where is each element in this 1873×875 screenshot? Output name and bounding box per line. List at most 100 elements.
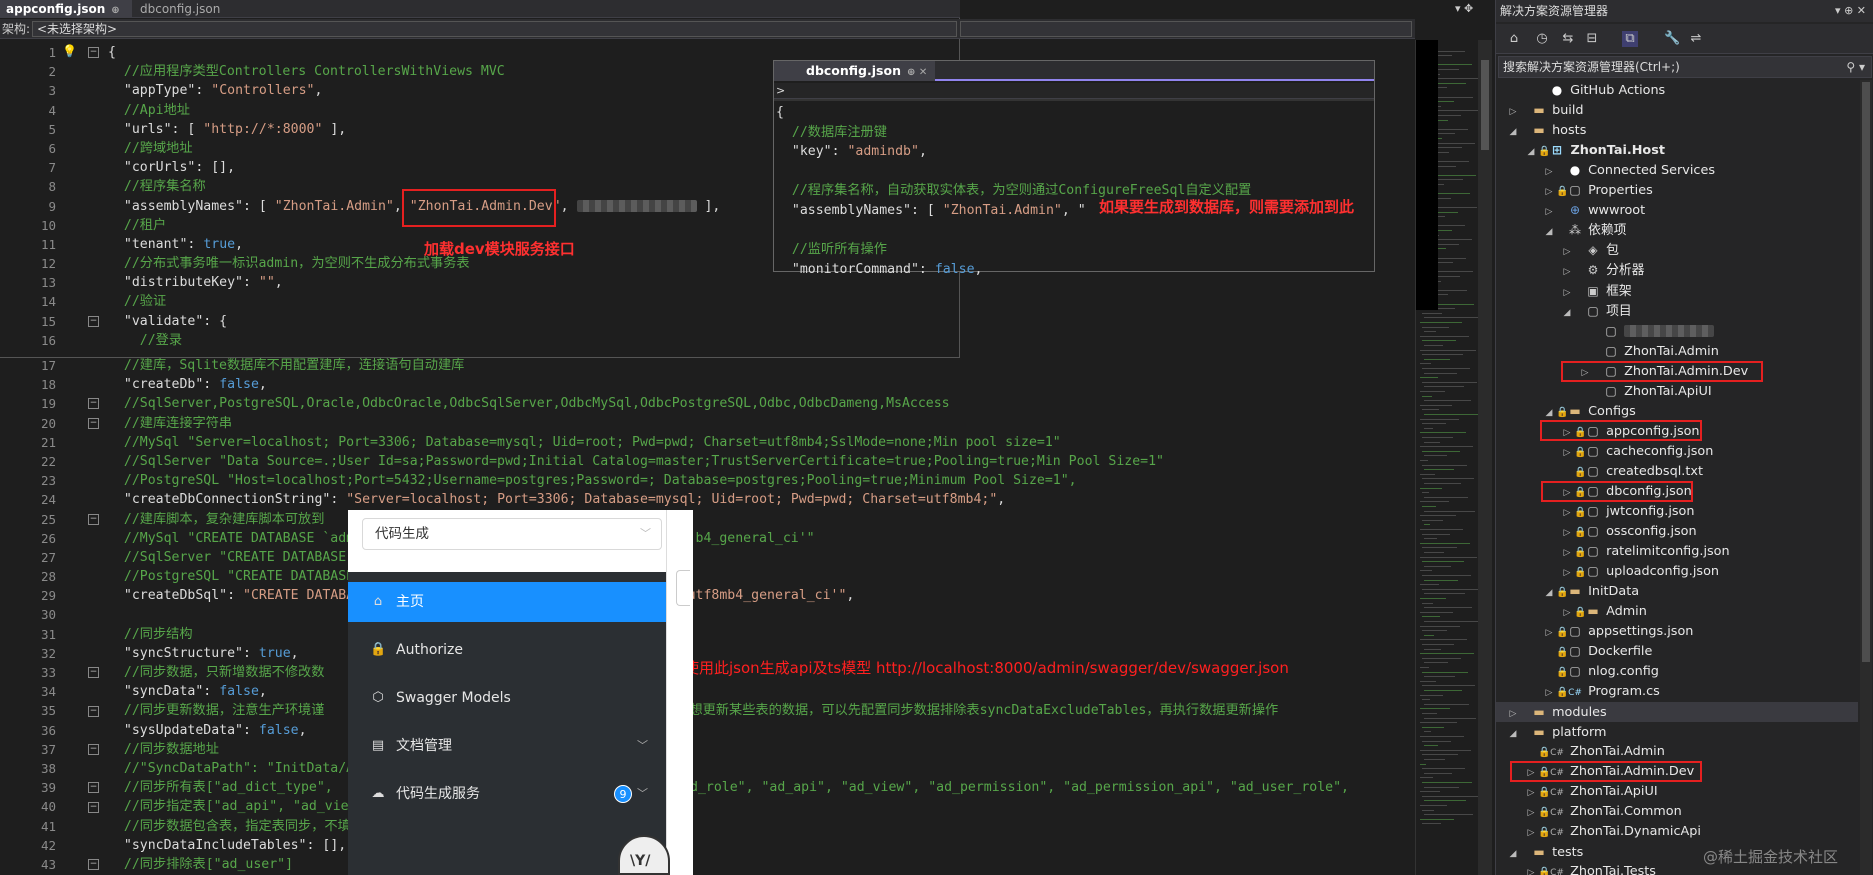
collapse-icon[interactable]: ⊟ [1584,31,1600,47]
expand-arrow-icon[interactable]: ▷ [1560,543,1574,563]
fold-toggle-icon[interactable]: − [88,859,99,871]
code-editor[interactable]: 17 18 19 20 21 22 23 24 25 26 27 28 29 30 31 32 33 34 35 36… [0,0,1495,875]
fold-toggle-icon[interactable]: − [88,47,99,58]
tree-node[interactable]: ● GitHub Actions [1524,80,1665,100]
expand-arrow-icon[interactable]: ▷ [1506,102,1520,122]
expand-arrow-icon[interactable]: ▷ [1524,783,1538,803]
tree-node[interactable]: ◢ ▬ tests [1506,842,1584,864]
tab-overflow-icon[interactable]: ▾ ✥ [1455,2,1473,15]
editor-scrollbar[interactable] [1478,40,1492,875]
collapse-arrow-icon[interactable]: ◢ [1506,844,1520,864]
tree-node[interactable]: ▷ 🔒▢ ossconfig.json [1560,521,1697,541]
panel-options-icon[interactable]: ▾ ⊕ ✕ [1835,0,1866,22]
expand-arrow-icon[interactable]: ▷ [1560,262,1574,282]
expand-arrow-icon[interactable]: ▷ [1542,162,1556,182]
swagger-menu-item[interactable]: ▤ 文档管理 ﹀ [348,726,666,766]
expand-arrow-icon[interactable]: ▷ [1542,623,1556,643]
tree-node[interactable]: ◢ ▬ hosts [1506,120,1587,142]
expand-arrow-icon[interactable]: ▷ [1542,182,1556,202]
expand-arrow-icon[interactable]: ▷ [1506,704,1520,724]
expand-arrow-icon[interactable]: ▷ [1560,283,1574,303]
expand-arrow-icon[interactable]: ▷ [1524,863,1538,875]
tab-dbconfig[interactable]: dbconfig.json [134,0,244,18]
member-select[interactable] [960,21,1412,37]
tree-node[interactable]: ◢ 🔒▬ Configs [1542,401,1636,421]
collapse-arrow-icon[interactable]: ◢ [1506,724,1520,744]
tab-dbconfig-float[interactable]: dbconfig.json ⊕ ✕ [774,61,936,81]
lightbulb-icon[interactable]: 💡 [62,44,77,58]
tree-node[interactable]: ◢ 🔒▬ InitData [1542,581,1640,603]
tree-node[interactable]: ▷ 🔒C# ZhonTai.Tests [1524,862,1656,875]
home-icon[interactable]: ⌂ [1506,31,1522,47]
pin-icon[interactable]: ⊕ ✕ [907,67,927,78]
expand-arrow-icon[interactable]: ▷ [1560,443,1574,463]
fold-toggle-icon[interactable]: − [88,667,99,679]
tree-node[interactable]: ▷ ▣ 框架 [1560,281,1632,301]
expand-arrow-icon[interactable]: ▷ [1542,202,1556,222]
fold-toggle-icon[interactable]: − [88,417,99,429]
fold-toggle-icon[interactable]: − [88,315,99,327]
fold-toggle-icon[interactable]: − [88,513,99,525]
fold-toggle-icon[interactable]: − [88,782,99,794]
tree-node[interactable]: ◢ ⁂ 依赖项 [1542,220,1627,242]
tree-node[interactable]: ▷ 🔒▢ appsettings.json [1542,621,1694,643]
swagger-menu-item[interactable]: 🔒 Authorize [348,630,666,670]
tree-node[interactable]: ▢ [1578,321,1715,341]
expand-arrow-icon[interactable]: ▷ [1560,603,1574,623]
minimap-viewport[interactable] [1416,40,1438,310]
filter-icon[interactable]: ⧉ [1622,31,1638,47]
tree-node[interactable]: ▷ 🔒C# ZhonTai.DynamicApi [1524,822,1701,842]
preview-icon[interactable]: ⇌ [1688,31,1704,47]
tab-appconfig[interactable]: appconfig.json⊕ ✕ [0,0,132,36]
collapse-arrow-icon[interactable]: ◢ [1560,303,1574,323]
collapse-arrow-icon[interactable]: ◢ [1506,122,1520,142]
fold-toggle-icon[interactable]: − [88,705,99,717]
swagger-menu-item[interactable]: ⌂ 主页 [348,582,666,622]
tree-node[interactable]: ▷ 🔒▬ Admin [1560,601,1647,621]
swagger-menu-item[interactable]: ⬡ Swagger Models [348,678,666,718]
tree-node[interactable]: ▷ ● Connected Services [1542,160,1715,180]
history-icon[interactable]: ◷ [1534,31,1550,47]
tree-node[interactable]: 🔒▢ createdbsql.txt [1560,461,1703,481]
tree-node[interactable]: ▷ 🔒▢ jwtconfig.json [1560,501,1695,521]
tree-node[interactable]: ▷ ◈ 包 [1560,240,1619,260]
tree-scrollbar-thumb[interactable] [1862,82,1870,662]
properties-icon[interactable]: 🔧 [1664,31,1680,47]
fold-toggle-icon[interactable]: − [88,801,99,813]
expand-arrow-icon[interactable]: ▷ [1560,523,1574,543]
editor-scrollbar-thumb[interactable] [1481,60,1489,150]
tree-node[interactable]: ▷ 🔒C# Program.cs [1542,682,1660,702]
sync-icon[interactable]: ⇆ [1560,31,1576,47]
expand-arrow-icon[interactable]: ▷ [1560,242,1574,262]
fold-toggle-icon[interactable]: − [88,398,99,410]
tree-node[interactable]: 🔒▢ nlog.config [1542,661,1659,681]
tree-node[interactable]: ▷ 🔒▢ Properties [1542,180,1653,200]
expand-arrow-icon[interactable]: ▷ [1560,563,1574,583]
tree-node[interactable]: ▷ 🔒C# ZhonTai.ApiUI [1524,782,1658,802]
expand-arrow-icon[interactable]: ▷ [1542,683,1556,703]
tree-node[interactable]: ▷ 🔒▢ cacheconfig.json [1560,441,1714,463]
collapse-arrow-icon[interactable]: ◢ [1542,222,1556,242]
fold-toggle-icon[interactable]: − [88,744,99,755]
tree-node[interactable]: ▷ 🔒▢ ratelimitconfig.json [1560,541,1730,561]
tree-node[interactable]: ◢ ▢ 项目 [1560,301,1632,321]
expand-arrow-icon[interactable]: ▷ [1524,803,1538,823]
tree-node[interactable]: ▢ ZhonTai.ApiUI [1578,381,1711,401]
solution-search-input[interactable]: 搜索解决方案资源管理器(Ctrl+;) ⚲ ▾ [1498,56,1872,78]
tree-node[interactable]: ◢ ▬ platform [1506,722,1607,744]
tree-node[interactable]: 🔒▢ Dockerfile [1542,641,1652,661]
group-select[interactable]: 代码生成 ﹀ [362,518,662,550]
swagger-menu-item[interactable]: ☁ 代码生成服务 ﹀ 9 [348,774,666,814]
tree-node[interactable]: ▷ 🔒C# ZhonTai.Common [1524,802,1682,822]
collapse-arrow-icon[interactable]: ◢ [1542,583,1556,603]
db-code-area[interactable]: { //数据库注册键 "key": "admindb", //程序集名称，自动获… [776,103,1251,279]
expand-arrow-icon[interactable]: ▷ [1560,503,1574,523]
schema-select[interactable]: <未选择架构> [32,21,957,37]
expand-arrow-icon[interactable]: ▷ [1524,823,1538,843]
tree-node[interactable]: ▢ ZhonTai.Admin [1578,341,1719,361]
tree-node[interactable]: 🔒C# ZhonTai.Admin [1524,742,1665,762]
collapse-arrow-icon[interactable]: ◢ [1524,142,1538,162]
code-area[interactable]: //建库，Sqlite数据库不用配置建库，连接语句自动建库 "createDb"… [108,356,1349,874]
tree-node[interactable]: ◢ 🔒 ⊞ ZhonTai.Host [1524,140,1665,160]
tree-node[interactable]: ▷ ⚙ 分析器 [1560,260,1645,282]
